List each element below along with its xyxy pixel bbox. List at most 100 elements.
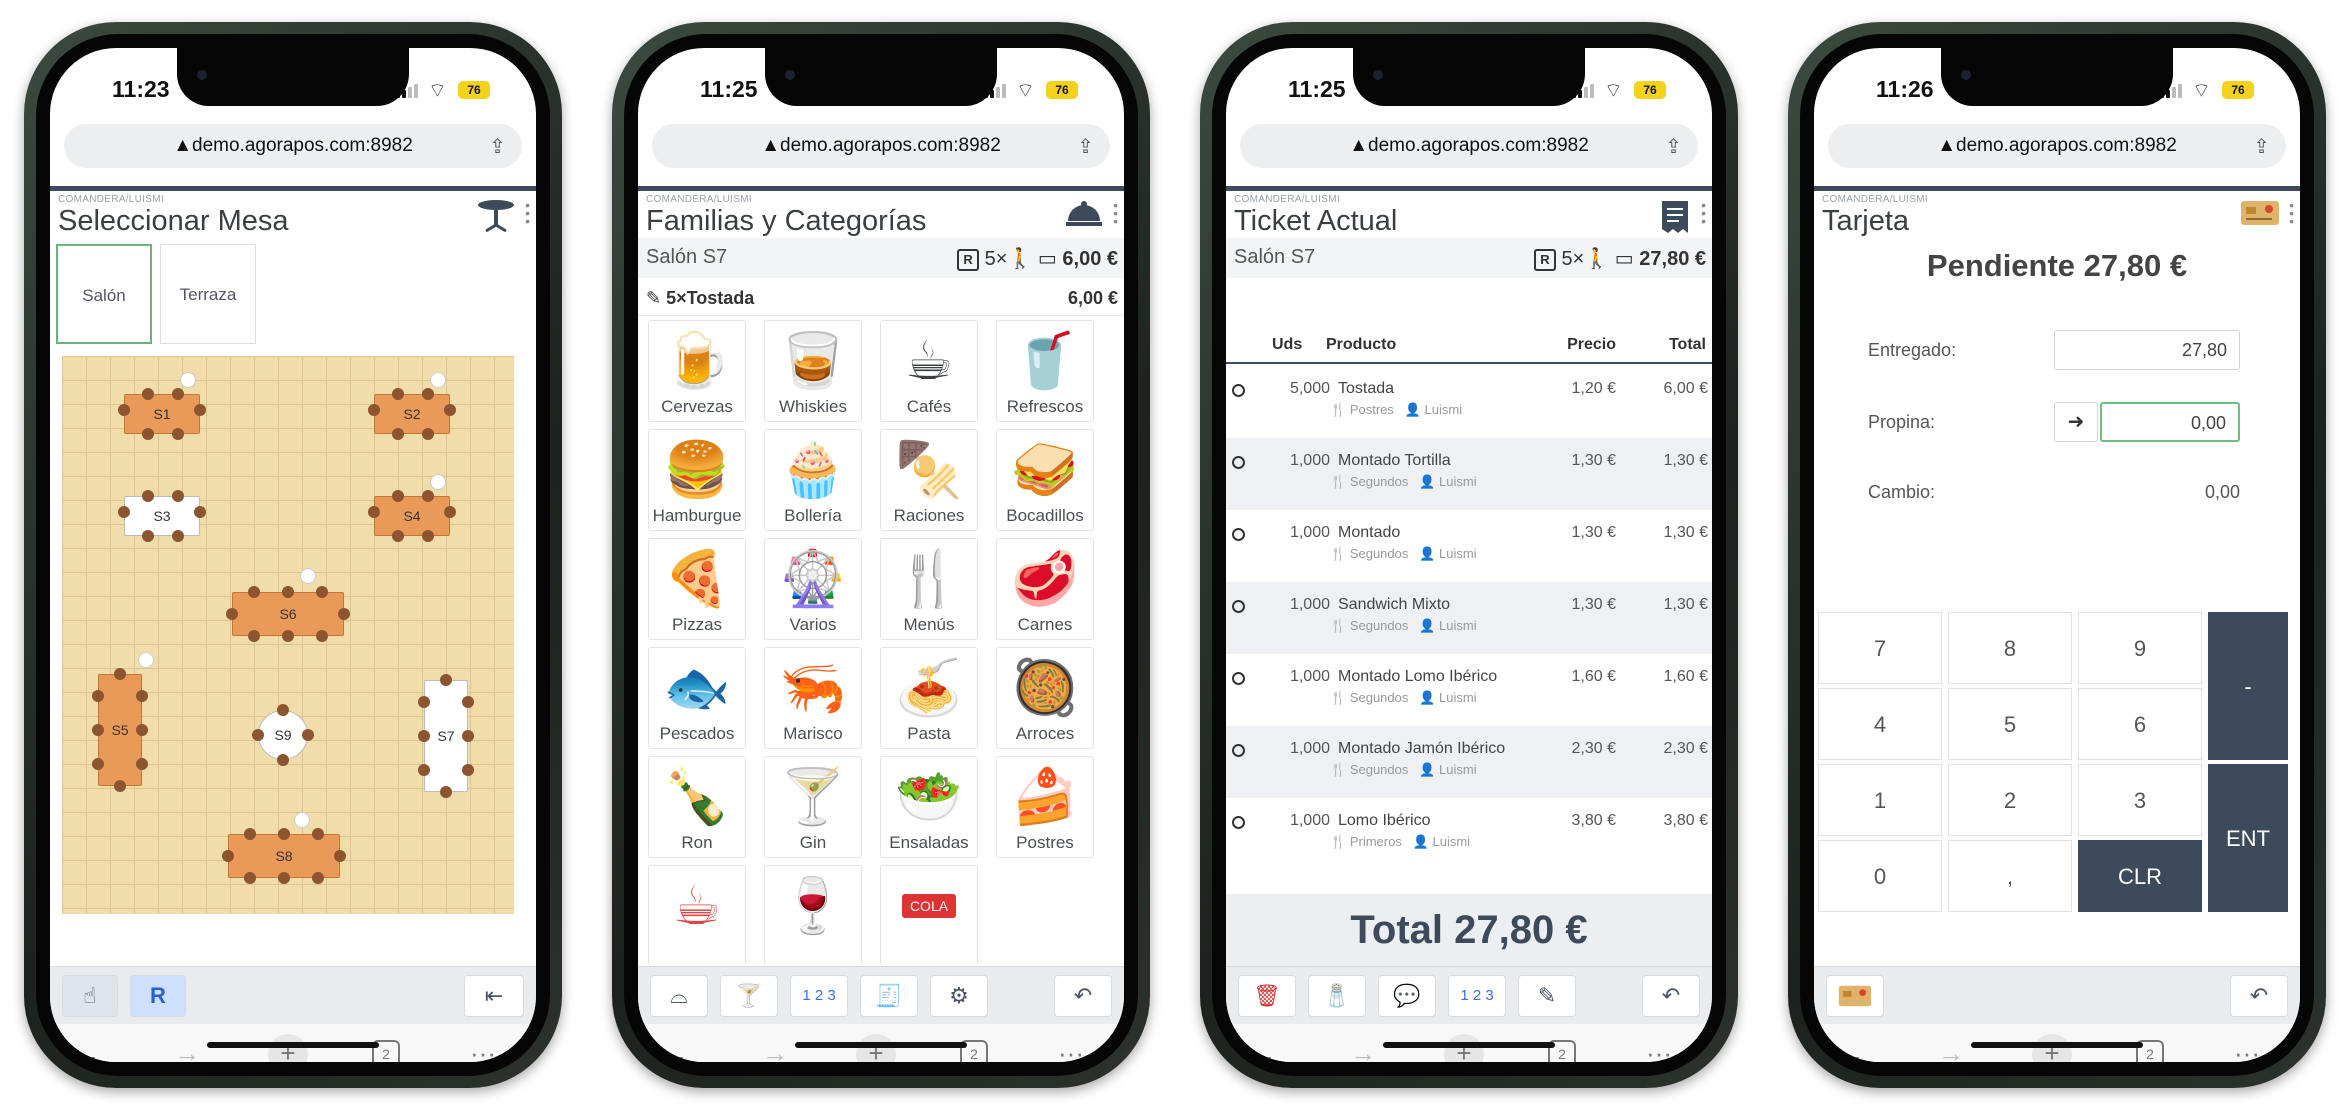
table-s2[interactable]: S2 xyxy=(374,394,450,434)
ticket-row[interactable]: 1,000 Sandwich Mixto 🍴 Segundos 👤 Luismi… xyxy=(1226,582,1712,654)
back-icon[interactable]: ← xyxy=(662,1038,688,1062)
ticket-row[interactable]: 1,000 Montado Lomo Ibérico 🍴 Segundos 👤 … xyxy=(1226,654,1712,726)
address-bar[interactable]: ▲demo.agorapos.com:8982 ⇪ xyxy=(652,124,1110,168)
category-partial[interactable]: ☕ xyxy=(648,865,746,964)
more-menu-icon[interactable]: • • • xyxy=(1701,198,1706,228)
forward-icon[interactable]: → xyxy=(1938,1038,1964,1062)
row-radio[interactable] xyxy=(1232,600,1245,613)
table-s9[interactable]: S9 xyxy=(258,710,308,760)
row-radio[interactable] xyxy=(1232,816,1245,829)
ticket-row[interactable]: 1,000 Lomo Ibérico 🍴 Primeros 👤 Luismi 3… xyxy=(1226,798,1712,870)
delete-receipt-icon[interactable]: 🗑 xyxy=(1238,975,1296,1017)
category-varios[interactable]: 🎡 Varios xyxy=(764,538,862,640)
more-icon[interactable]: ··· xyxy=(2234,1038,2260,1062)
table-s1[interactable]: S1 xyxy=(124,394,200,434)
entregado-field[interactable]: 27,80 xyxy=(2054,330,2240,370)
credit-card-icon[interactable] xyxy=(1826,975,1884,1017)
gears-icon[interactable]: ⚙ xyxy=(930,975,988,1017)
category-pescados[interactable]: 🐟 Pescados xyxy=(648,647,746,749)
reservation-icon[interactable]: R xyxy=(130,975,186,1017)
cloche-icon[interactable]: ⌓ xyxy=(650,975,708,1017)
address-bar[interactable]: ▲demo.agorapos.com:8982 ⇪ xyxy=(1240,124,1698,168)
row-radio[interactable] xyxy=(1232,744,1245,757)
last-line[interactable]: ✎ 5×Tostada 6,00 € xyxy=(638,280,1124,316)
key-4[interactable]: 4 xyxy=(1818,688,1942,760)
ticket-row[interactable]: 1,000 Montado Tortilla 🍴 Segundos 👤 Luis… xyxy=(1226,438,1712,510)
more-menu-icon[interactable]: • • • xyxy=(2289,198,2294,228)
category-bocadillos[interactable]: 🥪 Bocadillos xyxy=(996,429,1094,531)
more-icon[interactable]: ··· xyxy=(470,1038,496,1062)
key-comma[interactable]: , xyxy=(1948,840,2072,912)
share-icon[interactable]: ⇪ xyxy=(1665,134,1682,159)
arrow-right-icon[interactable]: ➜ xyxy=(2054,402,2098,442)
category-whiskies[interactable]: 🥃 Whiskies xyxy=(764,320,862,422)
category-gin[interactable]: 🍸 Gin xyxy=(764,756,862,858)
category-ensaladas[interactable]: 🥗 Ensaladas xyxy=(880,756,978,858)
key-8[interactable]: 8 xyxy=(1948,612,2072,684)
category-bolleria[interactable]: 🧁 Bollería xyxy=(764,429,862,531)
category-pasta[interactable]: 🍝 Pasta xyxy=(880,647,978,749)
share-icon[interactable]: ⇪ xyxy=(1077,134,1094,159)
category-raciones[interactable]: 🍢 Raciones xyxy=(880,429,978,531)
new-tab-icon[interactable]: + xyxy=(2032,1034,2072,1062)
pencil-icon[interactable]: ✎ xyxy=(1518,975,1576,1017)
key-1[interactable]: 1 xyxy=(1818,764,1942,836)
zone-tab-terraza[interactable]: Terraza xyxy=(160,244,256,344)
condiments-icon[interactable]: 🧂 xyxy=(1308,975,1366,1017)
category-refrescos[interactable]: 🥤 Refrescos xyxy=(996,320,1094,422)
numbers-icon[interactable]: 1 2 3 xyxy=(790,975,848,1017)
key-ent[interactable]: ENT xyxy=(2208,764,2288,912)
new-tab-icon[interactable]: + xyxy=(268,1034,308,1062)
new-tab-icon[interactable]: + xyxy=(1444,1034,1484,1062)
zone-tab-salon[interactable]: Salón xyxy=(56,244,152,344)
receipt-icon[interactable]: 🧾 xyxy=(860,975,918,1017)
table-s4[interactable]: S4 xyxy=(374,496,450,536)
back-icon[interactable]: ← xyxy=(74,1038,100,1062)
ticket-row[interactable]: 1,000 Montado 🍴 Segundos 👤 Luismi 1,30 €… xyxy=(1226,510,1712,582)
forward-icon[interactable]: → xyxy=(762,1038,788,1062)
key-0[interactable]: 0 xyxy=(1818,840,1942,912)
table-s3[interactable]: S3 xyxy=(124,496,200,536)
key-7[interactable]: 7 xyxy=(1818,612,1942,684)
row-radio[interactable] xyxy=(1232,672,1245,685)
category-marisco[interactable]: 🦐 Marisco xyxy=(764,647,862,749)
comment-icon[interactable]: 💬 xyxy=(1378,975,1436,1017)
back-icon[interactable]: ← xyxy=(1838,1038,1864,1062)
row-radio[interactable] xyxy=(1232,456,1245,469)
drinks-icon[interactable]: 🍸 xyxy=(720,975,778,1017)
forward-icon[interactable]: → xyxy=(174,1038,200,1062)
category-partial[interactable]: COLA xyxy=(880,865,978,964)
more-menu-icon[interactable]: • • • xyxy=(525,198,530,228)
key-6[interactable]: 6 xyxy=(2078,688,2202,760)
new-tab-icon[interactable]: + xyxy=(856,1034,896,1062)
forward-icon[interactable]: → xyxy=(1350,1038,1376,1062)
ticket-row[interactable]: 1,000 Montado Jamón Ibérico 🍴 Segundos 👤… xyxy=(1226,726,1712,798)
category-carnes[interactable]: 🥩 Carnes xyxy=(996,538,1094,640)
share-icon[interactable]: ⇪ xyxy=(489,134,506,159)
category-hamburgue[interactable]: 🍔 Hamburgue xyxy=(648,429,746,531)
back-arrow-icon[interactable]: ↶ xyxy=(2230,975,2288,1017)
key-3[interactable]: 3 xyxy=(2078,764,2202,836)
key-5[interactable]: 5 xyxy=(1948,688,2072,760)
back-arrow-icon[interactable]: ↶ xyxy=(1054,975,1112,1017)
category-cervezas[interactable]: 🍺 Cervezas xyxy=(648,320,746,422)
propina-field[interactable]: 0,00 xyxy=(2100,402,2240,442)
row-radio[interactable] xyxy=(1232,528,1245,541)
address-bar[interactable]: ▲demo.agorapos.com:8982 ⇪ xyxy=(64,124,522,168)
share-icon[interactable]: ⇪ xyxy=(2253,134,2270,159)
more-icon[interactable]: ··· xyxy=(1058,1038,1084,1062)
category-postres[interactable]: 🍰 Postres xyxy=(996,756,1094,858)
address-bar[interactable]: ▲demo.agorapos.com:8982 ⇪ xyxy=(1828,124,2286,168)
back-icon[interactable]: ← xyxy=(1250,1038,1276,1062)
category-pizzas[interactable]: 🍕 Pizzas xyxy=(648,538,746,640)
hand-pointer-icon[interactable]: ☝ xyxy=(62,975,118,1017)
category-cafes[interactable]: ☕ Cafés xyxy=(880,320,978,422)
category-partial[interactable]: 🍷 xyxy=(764,865,862,964)
key-minus[interactable]: - xyxy=(2208,612,2288,760)
key-9[interactable]: 9 xyxy=(2078,612,2202,684)
category-ron[interactable]: 🍾 Ron xyxy=(648,756,746,858)
logout-icon[interactable]: ⇤ xyxy=(464,975,524,1017)
more-icon[interactable]: ··· xyxy=(1646,1038,1672,1062)
key-clr[interactable]: CLR xyxy=(2078,840,2202,912)
ticket-row[interactable]: 5,000 Tostada 🍴 Postres 👤 Luismi 1,20 € … xyxy=(1226,366,1712,438)
